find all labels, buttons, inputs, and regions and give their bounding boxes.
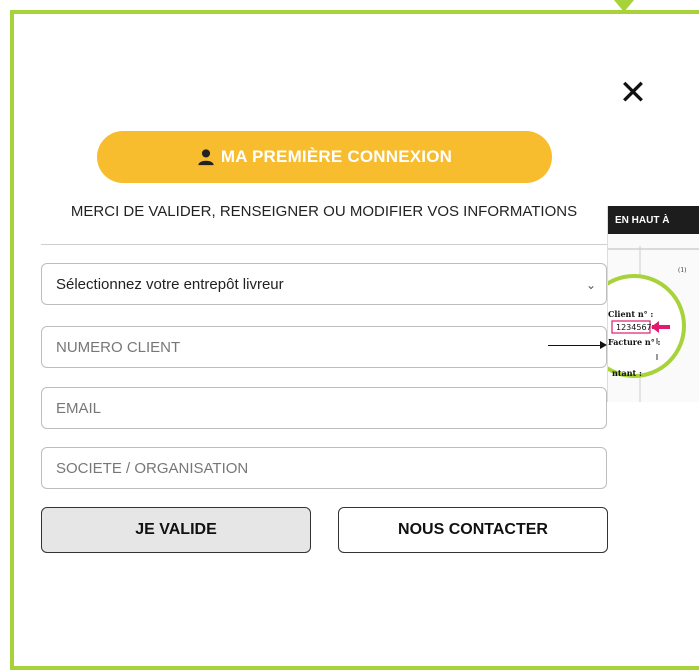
first-connection-banner: MA PREMIÈRE CONNEXION — [97, 131, 552, 183]
divider — [41, 244, 607, 245]
help-footnote: (1) — [678, 267, 687, 274]
submit-button[interactable]: JE VALIDE — [41, 507, 311, 553]
banner-title: MA PREMIÈRE CONNEXION — [220, 147, 453, 166]
help-image-header: EN HAUT À — [608, 206, 699, 234]
help-client-label: Client n° : — [608, 309, 653, 319]
chevron-down-icon: ⌄ — [585, 278, 596, 292]
email-input[interactable]: EMAIL — [41, 387, 607, 429]
instructions-text: MERCI DE VALIDER, RENSEIGNER OU MODIFIER… — [70, 203, 578, 220]
invoice-zoom-graphic: (1) Client n° : 1234567 Facture n° : nta… — [608, 246, 699, 402]
warehouse-select[interactable]: Sélectionnez votre entrepôt livreur ⌄ — [41, 263, 607, 305]
company-placeholder: SOCIETE / ORGANISATION — [56, 459, 249, 477]
warehouse-select-value: Sélectionnez votre entrepôt livreur — [56, 275, 284, 293]
invoice-help-image: EN HAUT À (1) Client n° : 1234567 Factur… — [607, 206, 699, 402]
pointer-arrow-icon — [600, 341, 607, 349]
email-placeholder: EMAIL — [56, 399, 102, 417]
frame-notch — [614, 0, 634, 12]
person-icon — [198, 149, 214, 166]
invoice-document: (1) Client n° : 1234567 Facture n° : nta… — [608, 234, 699, 402]
client-number-input[interactable]: NUMERO CLIENT — [41, 326, 607, 368]
help-amount-label: ntant : — [612, 368, 642, 378]
close-icon[interactable]: ✕ — [616, 76, 650, 110]
contact-button[interactable]: NOUS CONTACTER — [338, 507, 608, 553]
company-input[interactable]: SOCIETE / ORGANISATION — [41, 447, 607, 489]
client-number-placeholder: NUMERO CLIENT — [56, 338, 181, 356]
help-client-example: 1234567 — [616, 323, 652, 332]
pointer-arrow-line — [548, 345, 600, 346]
help-invoice-label: Facture n° : — [608, 337, 661, 347]
